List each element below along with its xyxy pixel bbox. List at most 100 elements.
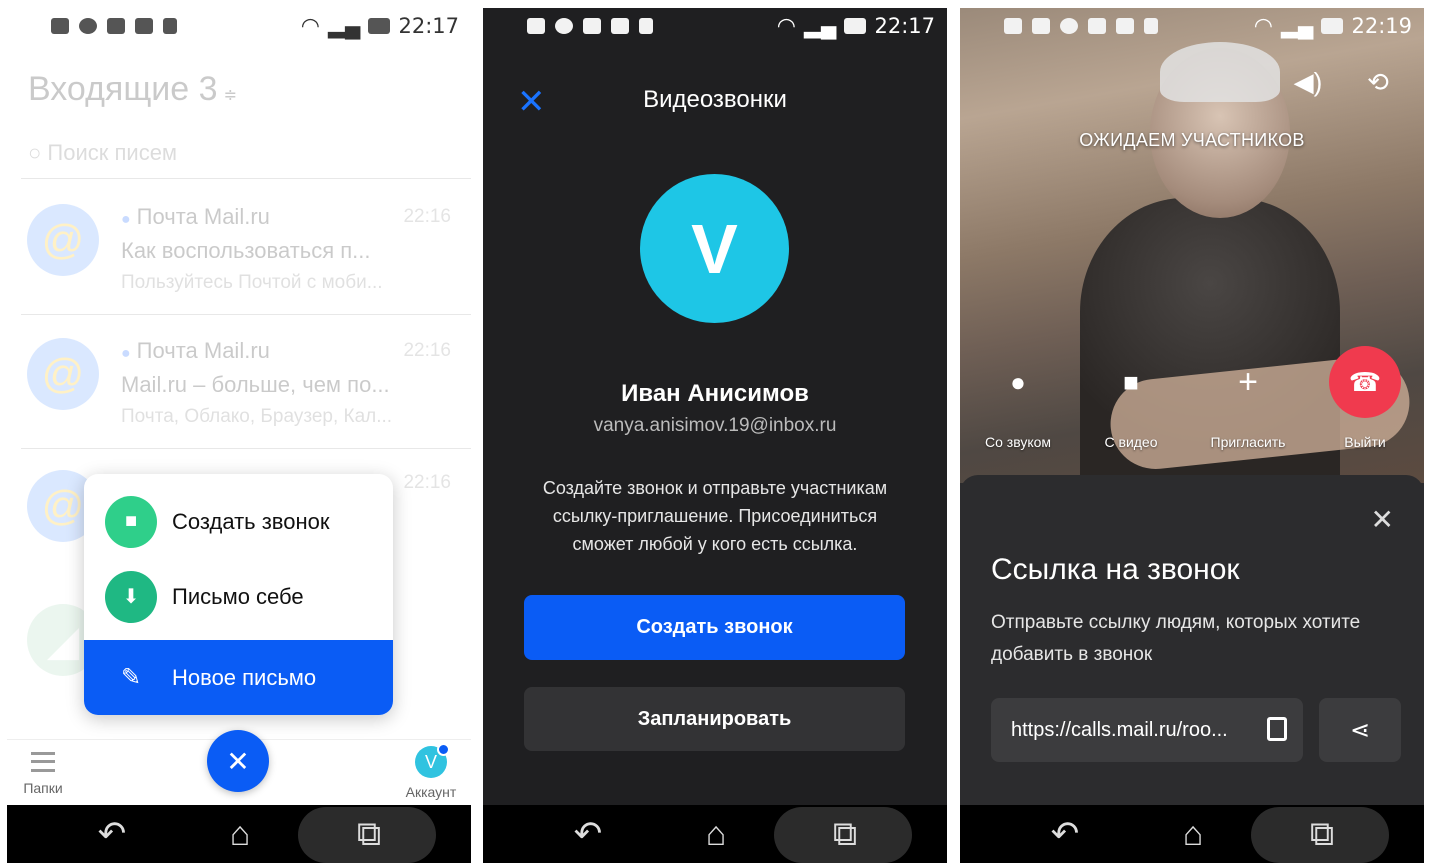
video-camera-icon: ■ xyxy=(105,495,157,548)
hang-up-icon: ☎ xyxy=(1329,346,1401,418)
recents-icon[interactable]: ⧉ xyxy=(344,805,394,863)
system-nav-bar: ↶ ⌂ ⧉ xyxy=(483,805,947,863)
control-label: С видео xyxy=(1104,434,1158,450)
status-time: 22:17 xyxy=(398,14,459,38)
system-nav-bar: ↶ ⌂ ⧉ xyxy=(960,805,1424,863)
mail-item[interactable]: @ Почта Mail.ru 22:16 Как воспользоватьс… xyxy=(7,178,471,310)
new-mail-menu-item[interactable]: ✎ Новое письмо xyxy=(84,640,393,715)
mail-snippet: Пользуйтесь Почтой с моби... xyxy=(121,272,383,293)
page-title: Видеозвонки xyxy=(643,86,787,113)
menu-item-label: Создать звонок xyxy=(172,508,330,534)
home-icon[interactable]: ⌂ xyxy=(691,805,741,863)
download-icon: ⬇ xyxy=(105,570,157,623)
control-label: Пригласить xyxy=(1210,434,1286,450)
video-person-hair xyxy=(1160,42,1280,102)
mail-subject: Mail.ru – больше, чем по... xyxy=(121,372,390,397)
battery-icon xyxy=(368,18,391,34)
viber-icon xyxy=(1060,18,1078,34)
wifi-icon: ◠ xyxy=(300,13,320,38)
status-bar: ◠ ▂▄ 22:19 xyxy=(960,8,1424,44)
wifi-icon: ◠ xyxy=(1253,13,1273,38)
gallery-icon xyxy=(527,18,545,34)
search-placeholder: Поиск писем xyxy=(47,140,178,165)
user-name: Иван Анисимов xyxy=(621,380,809,407)
gallery-icon xyxy=(51,18,69,34)
account-avatar: V xyxy=(415,743,450,778)
back-icon[interactable]: ↶ xyxy=(87,805,137,863)
control-label: Выйти xyxy=(1344,434,1386,450)
battery-icon xyxy=(844,18,867,34)
close-fab-button[interactable]: ✕ xyxy=(207,730,269,792)
inbox-title-text: Входящие 3 xyxy=(28,70,218,108)
contacts-mail-icon xyxy=(1116,18,1134,34)
viber-icon xyxy=(79,18,97,34)
description-text: Создайте звонок и отправьте участникам с… xyxy=(542,478,888,554)
mail-subject: Как воспользоваться п... xyxy=(121,238,371,263)
close-icon[interactable]: ✕ xyxy=(1371,503,1394,536)
viber-icon xyxy=(555,18,573,34)
system-nav-bar: ↶ ⌂ ⧉ xyxy=(7,805,471,863)
menu-item-label: Письмо себе xyxy=(172,583,304,609)
active-call-screen: ◠ ▂▄ 22:19 ◀) ⟲ ОЖИДАЕМ УЧАСТНИКОВ ● Со … xyxy=(960,8,1424,863)
pencil-icon: ✎ xyxy=(120,664,142,691)
search-icon: ○ xyxy=(28,140,42,165)
speaker-icon[interactable]: ◀) xyxy=(1290,64,1326,100)
signal-icon: ▂▄ xyxy=(803,13,837,38)
mail-to-self-menu-item[interactable]: ⬇ Письмо себе xyxy=(84,559,393,634)
call-link-field[interactable]: https://calls.mail.ru/roo... xyxy=(991,698,1303,762)
create-call-menu-item[interactable]: ■ Создать звонок xyxy=(84,484,393,559)
mail-item[interactable]: @ Почта Mail.ru 22:16 Mail.ru – больше, … xyxy=(7,312,471,444)
copy-icon[interactable] xyxy=(1267,717,1287,741)
video-camera-icon: ■ xyxy=(1123,366,1139,397)
mute-control[interactable]: ● Со звуком xyxy=(968,346,1068,451)
video-control[interactable]: ■ С видео xyxy=(1081,346,1181,451)
microphone-icon: ● xyxy=(1010,366,1026,397)
share-button[interactable]: ⋖ xyxy=(1319,698,1401,762)
signal-icon: ▂▄ xyxy=(327,13,361,38)
mail-sender: Почта Mail.ru xyxy=(121,204,270,230)
contacts-mail-icon xyxy=(107,18,125,34)
folders-tab[interactable]: Папки xyxy=(21,752,65,796)
status-time: 22:17 xyxy=(874,14,935,38)
user-email: vanya.anisimov.19@inbox.ru xyxy=(593,415,837,436)
sd-card-icon xyxy=(1144,18,1158,34)
signal-icon: ▂▄ xyxy=(1280,13,1314,38)
fab-menu: ■ Создать звонок ⬇ Письмо себе ✎ Новое п… xyxy=(84,474,393,715)
create-call-button[interactable]: Создать звонок xyxy=(524,595,905,660)
leave-call-control[interactable]: ☎ Выйти xyxy=(1315,346,1415,450)
home-icon[interactable]: ⌂ xyxy=(1168,805,1218,863)
recents-icon[interactable]: ⧉ xyxy=(1297,805,1347,863)
sheet-description: Отправьте ссылку людям, которых хотите д… xyxy=(991,612,1361,665)
folders-label: Папки xyxy=(23,780,63,796)
contacts-mail-icon xyxy=(583,18,601,34)
video-calls-screen: ◠ ▂▄ 22:17 ✕ Видеозвонки V Иван Анисимов… xyxy=(483,8,947,863)
mail-sender: Почта Mail.ru xyxy=(121,338,270,364)
control-label: Со звуком xyxy=(984,434,1052,450)
recents-icon[interactable]: ⧉ xyxy=(820,805,870,863)
search-input[interactable]: ○ Поиск писем xyxy=(28,140,177,166)
invite-control[interactable]: + Пригласить xyxy=(1198,346,1298,451)
contacts-mail-icon xyxy=(1088,18,1106,34)
call-link-sheet: ✕ Ссылка на звонок Отправьте ссылку людя… xyxy=(960,475,1424,805)
close-icon: ✕ xyxy=(226,745,250,777)
back-icon[interactable]: ↶ xyxy=(1040,805,1090,863)
wifi-icon: ◠ xyxy=(776,13,796,38)
status-time: 22:19 xyxy=(1351,14,1412,38)
contacts-mail-icon xyxy=(611,18,629,34)
user-avatar: V xyxy=(640,174,789,323)
inbox-title[interactable]: Входящие 3 ≑ xyxy=(28,70,237,109)
switch-camera-icon[interactable]: ⟲ xyxy=(1360,64,1396,100)
filter-icon: ≑ xyxy=(223,87,237,104)
home-icon[interactable]: ⌂ xyxy=(215,805,265,863)
mailru-avatar: @ xyxy=(27,204,99,276)
account-tab[interactable]: V Аккаунт xyxy=(401,743,461,800)
mail-time: 22:16 xyxy=(403,472,451,493)
back-icon[interactable]: ↶ xyxy=(563,805,613,863)
battery-icon xyxy=(1321,18,1344,34)
sd-card-icon xyxy=(639,18,653,34)
menu-icon xyxy=(31,752,55,772)
schedule-button[interactable]: Запланировать xyxy=(524,687,905,751)
menu-item-label: Новое письмо xyxy=(172,664,317,690)
status-bar: ◠ ▂▄ 22:17 xyxy=(483,8,947,44)
account-label: Аккаунт xyxy=(405,784,457,800)
